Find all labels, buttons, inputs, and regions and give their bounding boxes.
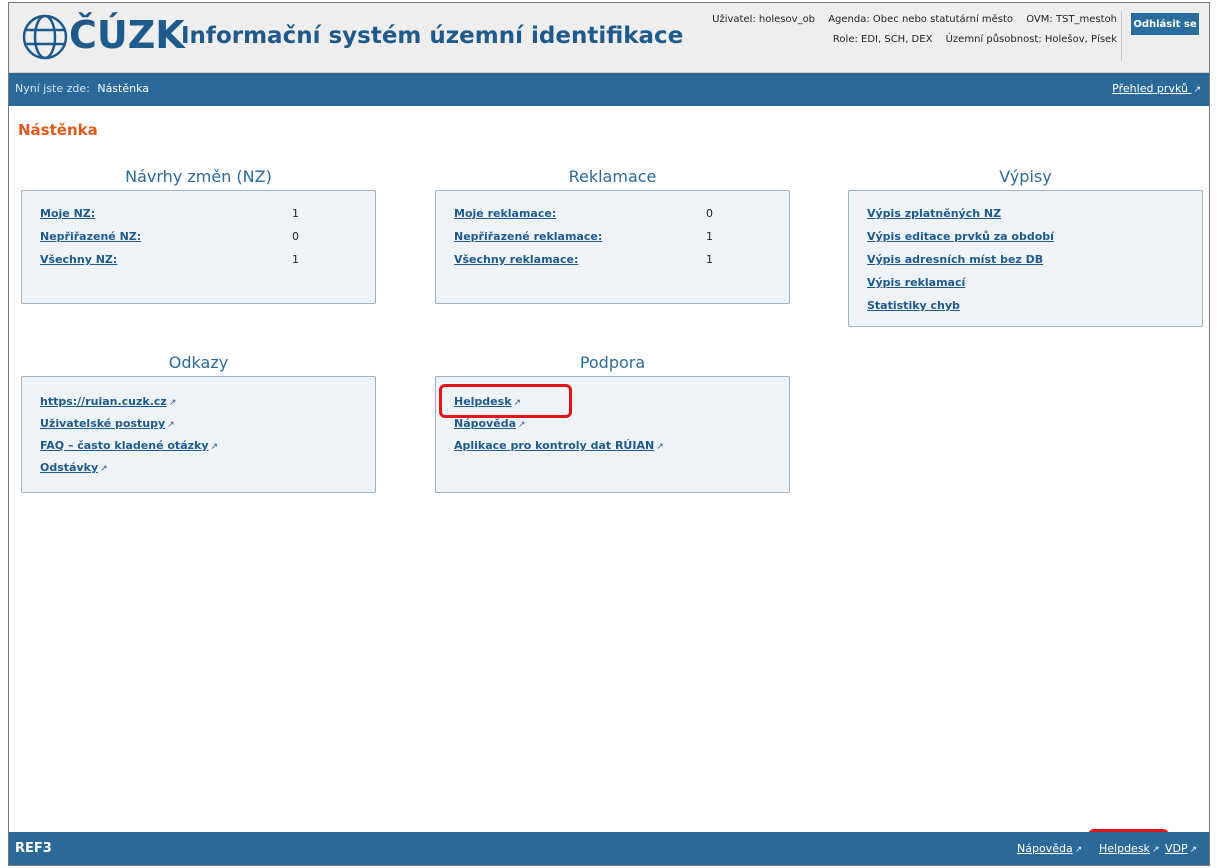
error-statistics-link[interactable]: Statistiky chyb	[867, 299, 960, 312]
all-proposals-count: 1	[292, 253, 299, 266]
report-address-without-db-link[interactable]: Výpis adresních míst bez DB	[867, 253, 1043, 266]
territory: Územní působnost: Holešov, Písek	[945, 34, 1117, 45]
outages-link[interactable]: Odstávky ↗	[40, 461, 108, 474]
breadcrumb-current: Nástěnka	[97, 82, 150, 95]
ovm: OVM: TST_mestoh	[1026, 14, 1117, 25]
all-proposals-link[interactable]: Všechny NZ:	[40, 253, 117, 266]
element-overview-link[interactable]: Přehled prvků ↗	[1112, 82, 1201, 95]
cuzk-logo[interactable]: ČÚZK	[21, 12, 185, 62]
faq-label: FAQ – často kladené otázky	[40, 439, 209, 452]
agenda: Agenda: Obec nebo statutární město	[828, 14, 1014, 25]
proposals-title: Návrhy změn (NZ)	[125, 167, 272, 186]
claims-panel: Moje reklamace: 0 Nepřiřazené reklamace:…	[435, 190, 790, 304]
report-claims-link[interactable]: Výpis reklamací	[867, 276, 965, 289]
globe-icon	[22, 14, 68, 60]
external-link-icon: ↗	[210, 442, 219, 452]
my-proposals-count: 1	[292, 207, 299, 220]
ruian-web-label: https://ruian.cuzk.cz	[40, 395, 167, 408]
element-overview-label: Přehled prvků	[1112, 82, 1188, 95]
my-claims-count: 0	[706, 207, 713, 220]
role: Role: EDI, SCH, DEX	[832, 34, 933, 45]
page-title: Nástěnka	[18, 121, 98, 139]
external-link-icon: ↗	[1189, 845, 1198, 855]
help-label: Nápověda	[454, 417, 516, 430]
all-claims-link[interactable]: Všechny reklamace:	[454, 253, 578, 266]
unassigned-proposals-count: 0	[292, 230, 299, 243]
external-link-icon: ↗	[167, 420, 175, 430]
help-link[interactable]: Nápověda ↗	[454, 417, 526, 430]
outages-label: Odstávky	[40, 461, 99, 474]
user-procedures-link[interactable]: Uživatelské postupy ↗	[40, 417, 175, 430]
ruian-web-link[interactable]: https://ruian.cuzk.cz ↗	[40, 395, 176, 408]
breadcrumb-bar: Nyní jste zde: Nástěnka Přehled prvků ↗	[9, 73, 1209, 106]
reports-title: Výpisy	[999, 167, 1052, 186]
links-title: Odkazy	[168, 353, 229, 372]
all-claims-count: 1	[706, 253, 713, 266]
unassigned-claims-count: 1	[706, 230, 713, 243]
footer-help-link[interactable]: Nápověda ↗	[1017, 842, 1082, 855]
faq-link[interactable]: FAQ – často kladené otázky ↗	[40, 439, 218, 452]
breadcrumb-label: Nyní jste zde:	[15, 82, 90, 95]
logout-button[interactable]: Odhlásit se	[1131, 13, 1199, 35]
footer-help-label: Nápověda	[1017, 842, 1073, 855]
ruian-checks-app-link[interactable]: Aplikace pro kontroly dat RÚIAN ↗	[454, 439, 664, 452]
links-panel: https://ruian.cuzk.cz ↗ Uživatelské postu…	[21, 376, 376, 493]
external-link-icon: ↗	[168, 398, 177, 408]
claims-title: Reklamace	[568, 167, 657, 186]
user-info: Uživatel: holesov_ob Agenda: Obec nebo s…	[597, 10, 1117, 50]
my-claims-link[interactable]: Moje reklamace:	[454, 207, 556, 220]
external-link-icon: ↗	[656, 442, 664, 452]
environment-label: REF3	[15, 841, 52, 856]
external-link-icon: ↗	[1151, 845, 1160, 855]
external-link-icon: ↗	[100, 464, 108, 474]
footer: REF3 Nápověda ↗ Helpdesk ↗ VDP ↗	[9, 832, 1209, 865]
footer-helpdesk-label: Helpdesk	[1099, 842, 1150, 855]
footer-helpdesk-link[interactable]: Helpdesk ↗	[1099, 842, 1159, 855]
external-link-icon: ↗	[518, 420, 526, 430]
report-edits-by-period-link[interactable]: Výpis editace prvků za období	[867, 230, 1054, 243]
support-title: Podpora	[579, 353, 646, 372]
user-procedures-label: Uživatelské postupy	[40, 417, 166, 430]
header-divider	[1121, 11, 1122, 61]
header: ČÚZK Informační systém územní identifika…	[9, 3, 1209, 73]
unassigned-claims-link[interactable]: Nepřiřazené reklamace:	[454, 230, 602, 243]
proposals-panel: Moje NZ: 1 Nepřiřazené NZ: 0 Všechny NZ:…	[21, 190, 376, 304]
user-name: Uživatel: holesov_ob	[712, 14, 816, 25]
footer-vdp-link[interactable]: VDP ↗	[1165, 842, 1197, 855]
unassigned-proposals-link[interactable]: Nepřiřazené NZ:	[40, 230, 141, 243]
ruian-checks-app-label: Aplikace pro kontroly dat RÚIAN	[454, 439, 655, 452]
reports-panel: Výpis zplatněných NZ Výpis editace prvků…	[848, 190, 1203, 327]
external-link-icon: ↗	[1074, 845, 1083, 855]
helpdesk-highlight	[439, 384, 572, 418]
report-paid-proposals-link[interactable]: Výpis zplatněných NZ	[867, 207, 1001, 220]
footer-vdp-label: VDP	[1165, 842, 1188, 855]
my-proposals-link[interactable]: Moje NZ:	[40, 207, 95, 220]
app-window: ČÚZK Informační systém územní identifika…	[8, 2, 1210, 866]
breadcrumb: Nyní jste zde: Nástěnka	[15, 82, 149, 95]
logo-text: ČÚZK	[69, 13, 185, 57]
external-link-icon: ↗	[1193, 85, 1201, 95]
